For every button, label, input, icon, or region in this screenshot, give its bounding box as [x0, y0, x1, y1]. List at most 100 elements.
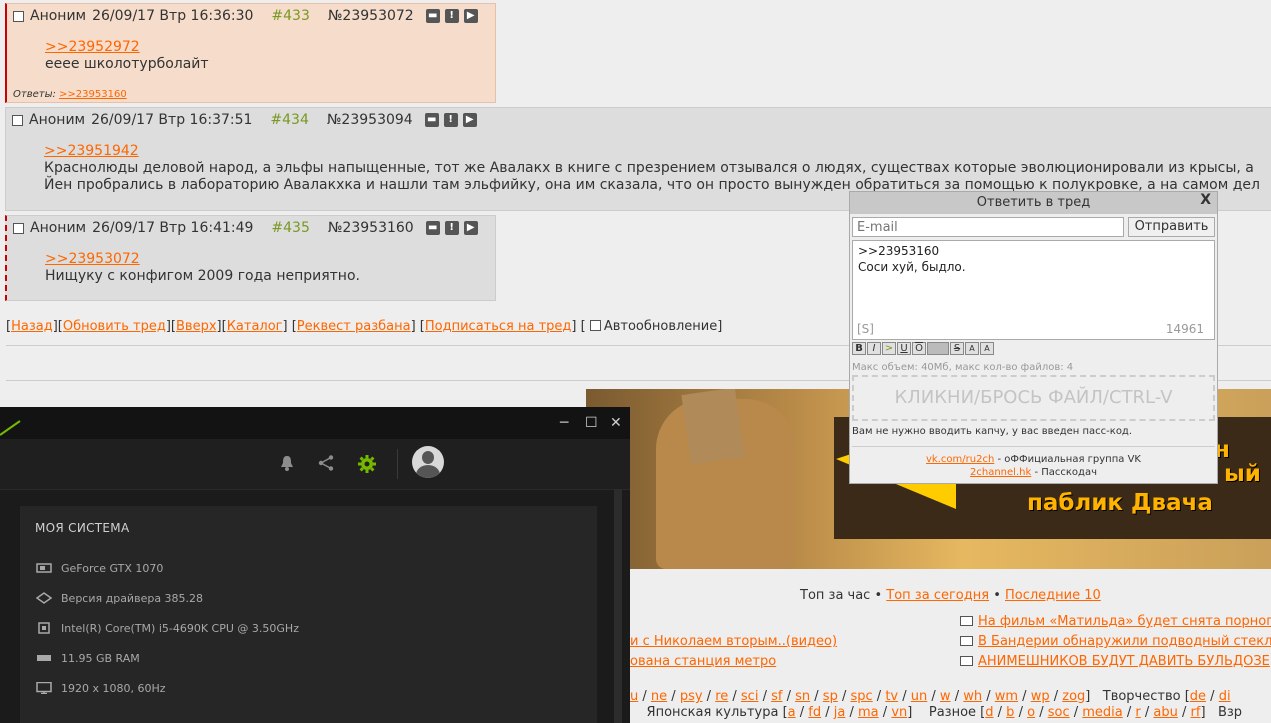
board-link-ja[interactable]: ja: [834, 705, 846, 720]
board-link-zog[interactable]: zog: [1062, 689, 1085, 704]
upload-limits: Макс объем: 40Мб, макс кол-во файлов: 4: [852, 362, 1074, 373]
board-link-sp[interactable]: sp: [823, 689, 838, 704]
board-link-soc[interactable]: soc: [1048, 705, 1070, 720]
report-post-button[interactable]: !: [444, 9, 459, 23]
board-link-b[interactable]: b: [1006, 705, 1014, 720]
top-thread-item: и с Николаем вторым..(видео): [630, 634, 838, 649]
quote-button[interactable]: >: [882, 342, 896, 355]
board-link-wp[interactable]: wp: [1031, 689, 1050, 704]
answer-link[interactable]: >>23953160: [59, 89, 127, 100]
board-link-spc[interactable]: spc: [850, 689, 872, 704]
comment-textarea[interactable]: >>23953160 Соси хуй, быдло. [S] 14961: [852, 240, 1215, 340]
italic-button[interactable]: I: [867, 342, 881, 355]
maximize-icon[interactable]: ☐: [585, 415, 598, 431]
hide-post-button[interactable]: ▬: [424, 113, 439, 127]
scrollbar[interactable]: [614, 489, 622, 723]
board-link-abu[interactable]: abu: [1153, 705, 1177, 720]
expand-post-button[interactable]: ▶: [462, 113, 477, 127]
close-form-button[interactable]: X: [1200, 192, 1211, 208]
reply-form: Ответить в тред X Отправить >>23953160 С…: [849, 191, 1218, 484]
board-link-ma[interactable]: ma: [858, 705, 879, 720]
underline-button[interactable]: U: [897, 342, 911, 355]
board-category: Взр: [1217, 705, 1243, 720]
post-number[interactable]: #434: [270, 112, 308, 128]
board-link-sn[interactable]: sn: [795, 689, 810, 704]
catalog-link[interactable]: Каталог: [227, 319, 283, 334]
post-select-checkbox[interactable]: [12, 114, 23, 126]
scroll-up-link[interactable]: Вверх: [176, 319, 217, 334]
hide-post-button[interactable]: ▬: [425, 9, 440, 23]
file-dropzone[interactable]: КЛИКНИ/БРОСЬ ФАЙЛ/CTRL-V: [852, 375, 1215, 421]
board-link-wm[interactable]: wm: [995, 689, 1018, 704]
post-number[interactable]: #433: [271, 8, 309, 24]
cpu-icon: [38, 622, 50, 634]
bold-button[interactable]: B: [852, 342, 866, 355]
share-icon[interactable]: [318, 455, 334, 471]
vk-link[interactable]: vk.com/ru2ch: [926, 454, 994, 465]
board-link-sf[interactable]: sf: [771, 689, 782, 704]
spec-ram: 11.95 GB RAM: [36, 650, 140, 666]
close-icon[interactable]: ✕: [610, 415, 622, 431]
board-link-a[interactable]: a: [788, 705, 796, 720]
board-link-o[interactable]: o: [1027, 705, 1035, 720]
expand-post-button[interactable]: ▶: [463, 9, 478, 23]
post-id[interactable]: №23953160: [328, 220, 414, 236]
window-titlebar: ─ ☐ ✕: [0, 407, 630, 439]
board-link-di[interactable]: di: [1219, 689, 1231, 704]
gear-icon[interactable]: [358, 455, 376, 473]
sage-toggle[interactable]: [S]: [857, 321, 874, 337]
post-select-checkbox[interactable]: [13, 222, 24, 234]
back-link[interactable]: Назад: [11, 319, 53, 334]
spoiler-button[interactable]: [927, 342, 949, 355]
board-link-re[interactable]: re: [715, 689, 728, 704]
board-link-u[interactable]: u: [630, 689, 638, 704]
send-button[interactable]: Отправить: [1128, 217, 1215, 237]
report-post-button[interactable]: !: [443, 113, 458, 127]
overline-button[interactable]: O: [912, 342, 926, 355]
reply-form-title[interactable]: Ответить в тред: [850, 192, 1217, 214]
post-text: Нищуку с конфигом 2009 года неприятно.: [45, 268, 360, 284]
board-link-wh[interactable]: wh: [963, 689, 982, 704]
autorefresh-checkbox[interactable]: [589, 320, 601, 331]
post-select-checkbox[interactable]: [13, 10, 24, 22]
refresh-thread-link[interactable]: Обновить тред: [63, 319, 166, 334]
board-link-tv[interactable]: tv: [885, 689, 898, 704]
last10-link[interactable]: Последние 10: [1005, 588, 1101, 603]
top-today-link[interactable]: Топ за сегодня: [886, 588, 989, 603]
user-avatar[interactable]: [412, 446, 444, 478]
hide-post-button[interactable]: ▬: [425, 221, 440, 235]
report-post-button[interactable]: !: [444, 221, 459, 235]
board-link-psy[interactable]: psy: [680, 689, 703, 704]
subscribe-thread-link[interactable]: Подписаться на тред: [425, 319, 572, 334]
board-link-rf[interactable]: rf: [1191, 705, 1201, 720]
board-link-un[interactable]: un: [911, 689, 927, 704]
post-header: Аноним 26/09/17 Втр 16:36:30 #433 №23953…: [13, 8, 478, 24]
reply-link[interactable]: >>23951942: [44, 143, 139, 159]
board-link-r[interactable]: r: [1135, 705, 1140, 720]
post-number[interactable]: #435: [271, 220, 309, 236]
board-link-w[interactable]: w: [940, 689, 951, 704]
request-unban-link[interactable]: Реквест разбана: [297, 319, 411, 334]
reply-link[interactable]: >>23953072: [45, 251, 140, 267]
passcode-link[interactable]: 2channel.hk: [970, 467, 1031, 478]
post-id[interactable]: №23953072: [328, 8, 414, 24]
board-link-d[interactable]: d: [985, 705, 993, 720]
subscript-button[interactable]: A: [980, 342, 994, 355]
reply-link[interactable]: >>23952972: [45, 39, 140, 55]
board-link-media[interactable]: media: [1082, 705, 1123, 720]
board-category: Творчество: [1102, 689, 1181, 704]
board-link-ne[interactable]: ne: [651, 689, 667, 704]
board-link-sci[interactable]: sci: [741, 689, 759, 704]
bell-icon[interactable]: [280, 455, 294, 471]
superscript-button[interactable]: A: [965, 342, 979, 355]
email-input[interactable]: [852, 217, 1124, 237]
post-id[interactable]: №23953094: [327, 112, 413, 128]
strike-button[interactable]: S: [950, 342, 964, 355]
minimize-icon[interactable]: ─: [560, 415, 568, 431]
board-link-fd[interactable]: fd: [808, 705, 821, 720]
board-link-vn[interactable]: vn: [891, 705, 907, 720]
passcode-note: Вам не нужно вводить капчу, у вас введен…: [852, 426, 1133, 437]
expand-post-button[interactable]: ▶: [463, 221, 478, 235]
board-link-de[interactable]: de: [1190, 689, 1206, 704]
news-icon: [960, 656, 973, 666]
